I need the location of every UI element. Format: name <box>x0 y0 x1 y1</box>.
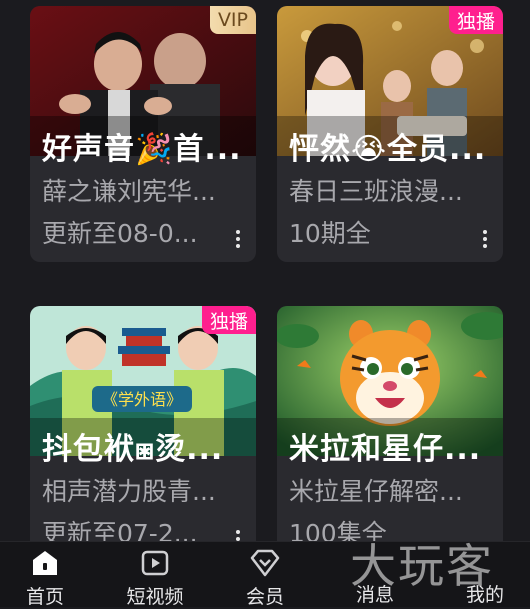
card-subtitle: 米拉星仔解密... <box>289 477 463 506</box>
more-options-icon[interactable] <box>234 230 242 248</box>
tab-home[interactable]: 首页 <box>0 542 90 608</box>
vip-badge: VIP <box>209 6 256 34</box>
content-card[interactable]: 米拉和星仔... 米拉星仔解密... 100集全 <box>277 306 503 562</box>
tab-short-video[interactable]: 短视频 <box>110 542 200 608</box>
card-update-status: 更新至08-0... <box>42 219 198 248</box>
home-icon <box>30 548 60 578</box>
card-subtitle: 春日三班浪漫... <box>289 177 463 206</box>
card-title: 好声音🎉首... <box>42 132 242 167</box>
exclusive-badge: 独播 <box>448 6 503 34</box>
diamond-icon <box>249 548 281 578</box>
tab-membership[interactable]: 会员 <box>220 542 310 608</box>
card-title: 怦然😭全员... <box>289 132 487 167</box>
watermark: 大玩客 <box>350 539 494 593</box>
more-options-icon[interactable] <box>481 230 489 248</box>
card-subtitle: 相声潜力股青... <box>42 477 216 506</box>
tab-label: 短视频 <box>126 586 184 608</box>
content-card[interactable]: 独播 怦然😭全员... 春日三班浪漫... 10期全 <box>277 6 503 262</box>
card-title: 米拉和星仔... <box>289 432 482 467</box>
content-card[interactable]: 《学外语》 独播 抖包袱⧆烫... 相声潜力股青... 更新至07-2... <box>30 306 256 562</box>
card-title: 抖包袱⧆烫... <box>42 432 224 467</box>
play-icon <box>140 548 170 578</box>
content-card[interactable]: VIP 好声音🎉首... 薛之谦刘宪华... 更新至08-0... <box>30 6 256 262</box>
card-update-status: 10期全 <box>289 219 371 248</box>
tab-label: 会员 <box>245 586 284 608</box>
card-subtitle: 薛之谦刘宪华... <box>42 177 216 206</box>
exclusive-badge: 独播 <box>201 306 256 334</box>
tab-label: 首页 <box>25 586 64 608</box>
thumbnail-caption: 《学外语》 <box>102 390 182 409</box>
